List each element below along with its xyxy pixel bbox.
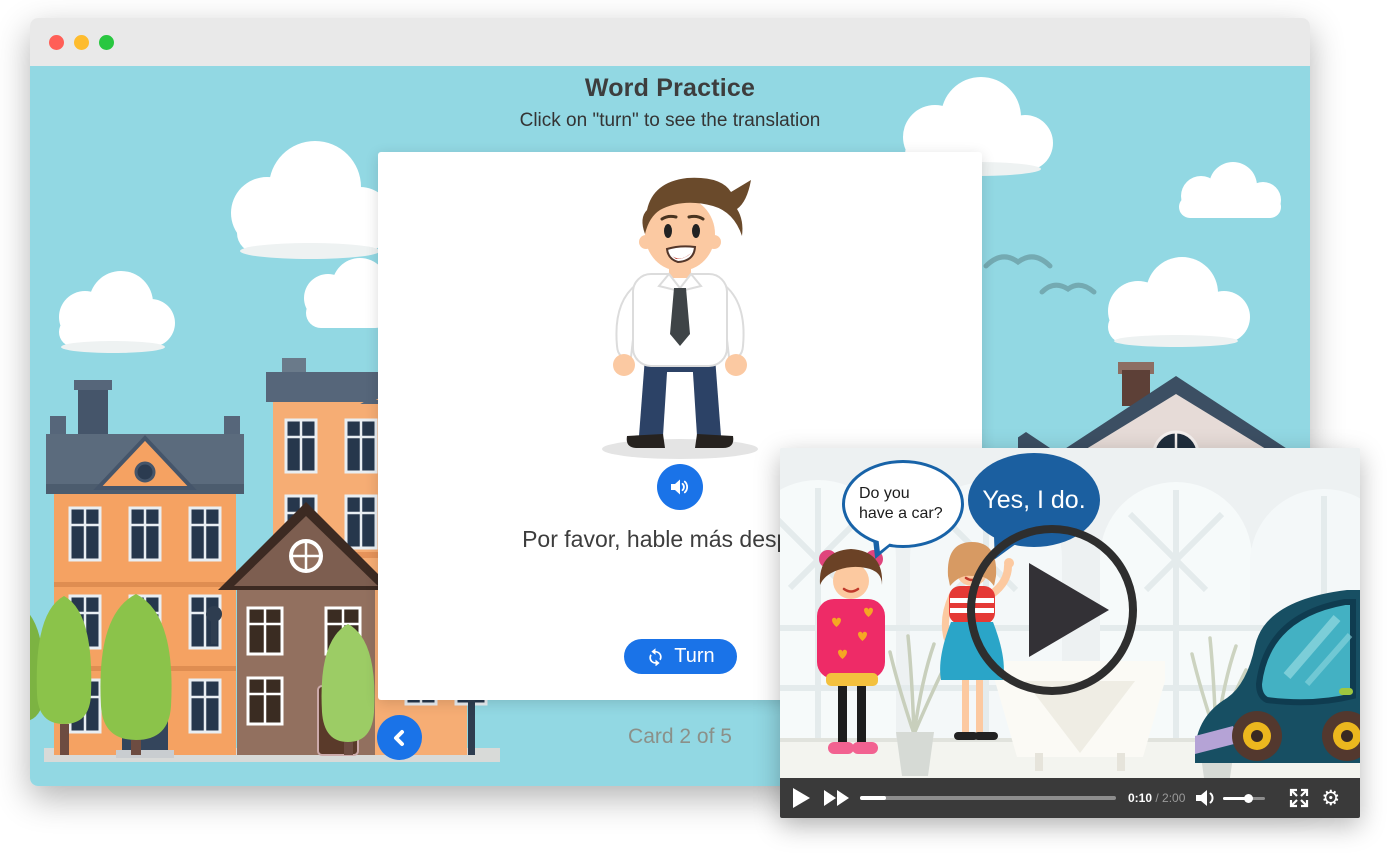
page-title: Word Practice [30, 74, 1310, 103]
fullscreen-button[interactable] [1289, 788, 1309, 808]
refresh-icon [646, 647, 665, 666]
screenshot-root: Word Practice Click on "turn" to see the… [0, 0, 1390, 860]
volume-icon [1195, 788, 1219, 808]
play-icon [959, 517, 1145, 703]
cloud [1165, 160, 1295, 224]
play-button[interactable] [793, 788, 810, 808]
card-counter: Card 2 of 5 [580, 725, 780, 749]
duration: / 2:00 [1155, 791, 1185, 805]
minimize-window-button[interactable] [74, 35, 89, 50]
chevron-left-icon [390, 728, 410, 748]
volume-fill [1223, 797, 1249, 800]
audio-button[interactable] [657, 464, 703, 510]
progress-fill [860, 796, 886, 800]
volume-slider[interactable] [1223, 797, 1265, 800]
page-subtitle: Click on "turn" to see the translation [30, 110, 1310, 132]
volume-button[interactable] [1195, 788, 1219, 808]
speaker-icon [668, 475, 692, 499]
fast-forward-button[interactable] [824, 790, 850, 806]
video-controls-bar: 0:10 / 2:00 [780, 778, 1360, 818]
progress-bar[interactable] [860, 796, 1116, 800]
turn-button[interactable]: Turn [624, 639, 737, 674]
house-right-illustration [1018, 356, 1310, 456]
speech-bubble-answer-text: Yes, I do. [982, 486, 1085, 515]
play-icon [793, 788, 810, 808]
zoom-window-button[interactable] [99, 35, 114, 50]
fullscreen-icon [1289, 788, 1309, 808]
turn-button-label: Turn [674, 645, 714, 668]
video-player[interactable]: Do you have a car? Yes, I do. [780, 448, 1360, 818]
big-play-button[interactable] [959, 517, 1145, 706]
fast-forward-icon [824, 790, 850, 806]
cloud [45, 265, 180, 357]
previous-card-button[interactable] [377, 715, 422, 760]
window-titlebar [30, 18, 1310, 66]
speech-bubble-question: Do you have a car? [842, 460, 964, 548]
bubble-tail [876, 539, 892, 554]
current-time: 0:10 [1128, 791, 1152, 805]
time-display: 0:10 / 2:00 [1128, 791, 1185, 805]
cloud [215, 135, 395, 265]
close-window-button[interactable] [49, 35, 64, 50]
settings-gear-icon[interactable]: ⚙ [1321, 788, 1340, 809]
speech-bubble-question-text: Do you have a car? [859, 484, 947, 524]
birds-icon [980, 248, 1120, 308]
man-illustration [565, 162, 795, 462]
